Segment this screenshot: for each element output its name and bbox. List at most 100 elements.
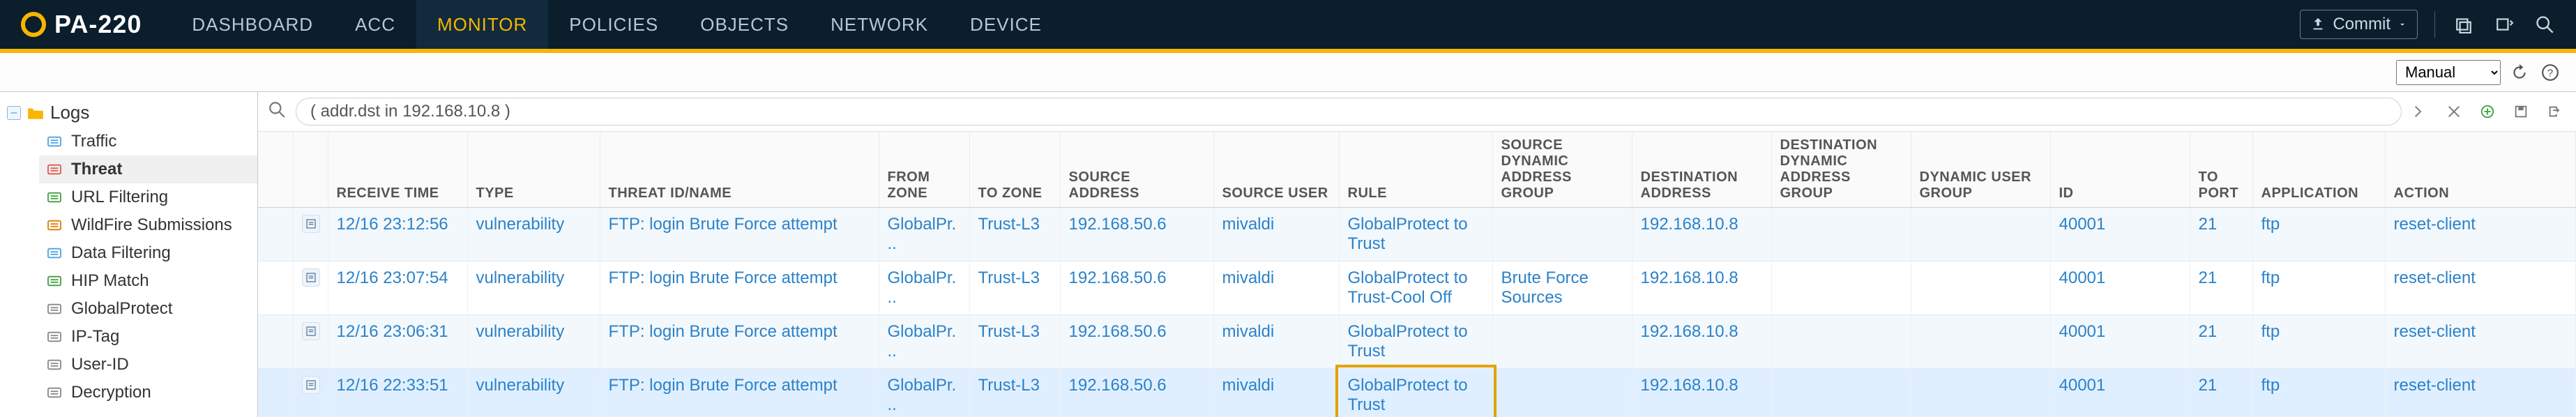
detail-view-button[interactable] (293, 369, 328, 417)
cell-source-addr[interactable]: 192.168.50.6 (1060, 369, 1213, 417)
cell-dest-addr[interactable]: 192.168.10.8 (1632, 261, 1771, 315)
column-header[interactable]: APPLICATION (2252, 132, 2385, 208)
cell-dug[interactable] (1911, 208, 2050, 261)
save-filter-icon[interactable] (2509, 100, 2533, 123)
cell-from-zone[interactable]: GlobalPr... (879, 208, 969, 261)
cell-rule[interactable]: GlobalProtect to Trust (1339, 369, 1492, 417)
column-header[interactable]: DESTINATION ADDRESS (1632, 132, 1771, 208)
column-header[interactable]: DYNAMIC USER GROUP (1911, 132, 2050, 208)
sidebar-item-ip-tag[interactable]: IP-Tag (39, 323, 257, 351)
detail-view-button[interactable] (293, 208, 328, 261)
cell-threat[interactable]: FTP: login Brute Force attempt (600, 208, 879, 261)
cell-to-zone[interactable]: Trust-L3 (969, 369, 1060, 417)
cell-source-user[interactable]: mivaldi (1213, 261, 1339, 315)
sidebar-item-traffic[interactable]: Traffic (39, 128, 257, 156)
cell-action[interactable]: reset-client (2385, 369, 2576, 417)
cell-to-port[interactable]: 21 (2190, 315, 2252, 369)
commit-button[interactable]: Commit (2300, 10, 2418, 39)
sidebar-item-user-id[interactable]: User-ID (39, 351, 257, 379)
table-row[interactable]: 12/16 23:07:54vulnerabilityFTP: login Br… (258, 261, 2576, 315)
collapse-icon[interactable]: – (7, 106, 21, 120)
cell-type[interactable]: vulnerability (467, 261, 600, 315)
column-header[interactable]: TYPE (467, 132, 600, 208)
cell-dug[interactable] (1911, 261, 2050, 315)
add-filter-icon[interactable] (2476, 100, 2499, 123)
cell-id[interactable]: 40001 (2050, 315, 2190, 369)
cell-from-zone[interactable]: GlobalPr... (879, 369, 969, 417)
tab-dashboard[interactable]: DASHBOARD (171, 0, 334, 49)
cell-dest-addr[interactable]: 192.168.10.8 (1632, 208, 1771, 261)
cell-rule[interactable]: GlobalProtect to Trust (1339, 315, 1492, 369)
cell-dug[interactable] (1911, 315, 2050, 369)
column-header[interactable]: SOURCE DYNAMIC ADDRESS GROUP (1492, 132, 1632, 208)
refresh-icon[interactable] (2508, 61, 2531, 84)
cell-action[interactable]: reset-client (2385, 315, 2576, 369)
cell-app[interactable]: ftp (2252, 261, 2385, 315)
tab-policies[interactable]: POLICIES (548, 0, 679, 49)
cell-rule[interactable]: GlobalProtect to Trust-Cool Off (1339, 261, 1492, 315)
cell-rule[interactable]: GlobalProtect to Trust (1339, 208, 1492, 261)
cell-src-dag[interactable] (1492, 315, 1632, 369)
tab-monitor[interactable]: MONITOR (416, 0, 548, 49)
cell-action[interactable]: reset-client (2385, 261, 2576, 315)
cell-dest-addr[interactable]: 192.168.10.8 (1632, 369, 1771, 417)
cell-threat[interactable]: FTP: login Brute Force attempt (600, 369, 879, 417)
detail-view-button[interactable] (293, 261, 328, 315)
cell-app[interactable]: ftp (2252, 208, 2385, 261)
cell-action[interactable]: reset-client (2385, 208, 2576, 261)
cell-from-zone[interactable]: GlobalPr... (879, 261, 969, 315)
cell-to-port[interactable]: 21 (2190, 369, 2252, 417)
column-header[interactable]: TO PORT (2190, 132, 2252, 208)
filter-query-input[interactable] (296, 98, 2402, 126)
cell-from-zone[interactable]: GlobalPr... (879, 315, 969, 369)
cell-to-port[interactable]: 21 (2190, 261, 2252, 315)
column-header[interactable]: ACTION (2385, 132, 2576, 208)
cell-dest-dag[interactable] (1771, 208, 1911, 261)
cell-dest-dag[interactable] (1771, 261, 1911, 315)
sidebar-item-data-filtering[interactable]: Data Filtering (39, 239, 257, 267)
column-header[interactable] (258, 132, 293, 208)
sidebar-item-wildfire-submissions[interactable]: WildFire Submissions (39, 211, 257, 239)
cell-id[interactable]: 40001 (2050, 369, 2190, 417)
refresh-mode-select[interactable]: Manual (2396, 60, 2501, 85)
cell-src-dag[interactable] (1492, 369, 1632, 417)
clear-filter-icon[interactable] (2442, 100, 2466, 123)
cell-id[interactable]: 40001 (2050, 261, 2190, 315)
cell-source-user[interactable]: mivaldi (1213, 208, 1339, 261)
cell-type[interactable]: vulnerability (467, 315, 600, 369)
cell-to-zone[interactable]: Trust-L3 (969, 315, 1060, 369)
sidebar-item-hip-match[interactable]: HIP Match (39, 267, 257, 295)
cell-id[interactable]: 40001 (2050, 208, 2190, 261)
cell-receive-time[interactable]: 12/16 23:12:56 (328, 208, 467, 261)
logs-tree-root[interactable]: – Logs (0, 98, 257, 128)
tab-objects[interactable]: OBJECTS (679, 0, 810, 49)
column-header[interactable] (293, 132, 328, 208)
cell-receive-time[interactable]: 12/16 23:06:31 (328, 315, 467, 369)
cell-threat[interactable]: FTP: login Brute Force attempt (600, 261, 879, 315)
tab-device[interactable]: DEVICE (949, 0, 1063, 49)
cell-src-dag[interactable]: Brute Force Sources (1492, 261, 1632, 315)
detail-view-button[interactable] (293, 315, 328, 369)
column-header[interactable]: RECEIVE TIME (328, 132, 467, 208)
table-row[interactable]: 12/16 22:33:51vulnerabilityFTP: login Br… (258, 369, 2576, 417)
cell-src-dag[interactable] (1492, 208, 1632, 261)
column-header[interactable]: THREAT ID/NAME (600, 132, 879, 208)
column-header[interactable]: DESTINATION DYNAMIC ADDRESS GROUP (1771, 132, 1911, 208)
column-header[interactable]: SOURCE USER (1213, 132, 1339, 208)
column-header[interactable]: ID (2050, 132, 2190, 208)
export-icon[interactable] (2543, 100, 2566, 123)
column-header[interactable]: FROM ZONE (879, 132, 969, 208)
cell-type[interactable]: vulnerability (467, 369, 600, 417)
cell-dest-dag[interactable] (1771, 315, 1911, 369)
help-icon[interactable]: ? (2538, 61, 2562, 84)
search-icon[interactable] (2533, 13, 2556, 36)
cell-to-zone[interactable]: Trust-L3 (969, 261, 1060, 315)
task-manager-icon[interactable] (2452, 13, 2476, 36)
column-header[interactable]: RULE (1339, 132, 1492, 208)
cell-dest-addr[interactable]: 192.168.10.8 (1632, 315, 1771, 369)
cell-app[interactable]: ftp (2252, 369, 2385, 417)
tab-network[interactable]: NETWORK (810, 0, 949, 49)
cell-dug[interactable] (1911, 369, 2050, 417)
cell-receive-time[interactable]: 12/16 22:33:51 (328, 369, 467, 417)
cell-to-zone[interactable]: Trust-L3 (969, 208, 1060, 261)
